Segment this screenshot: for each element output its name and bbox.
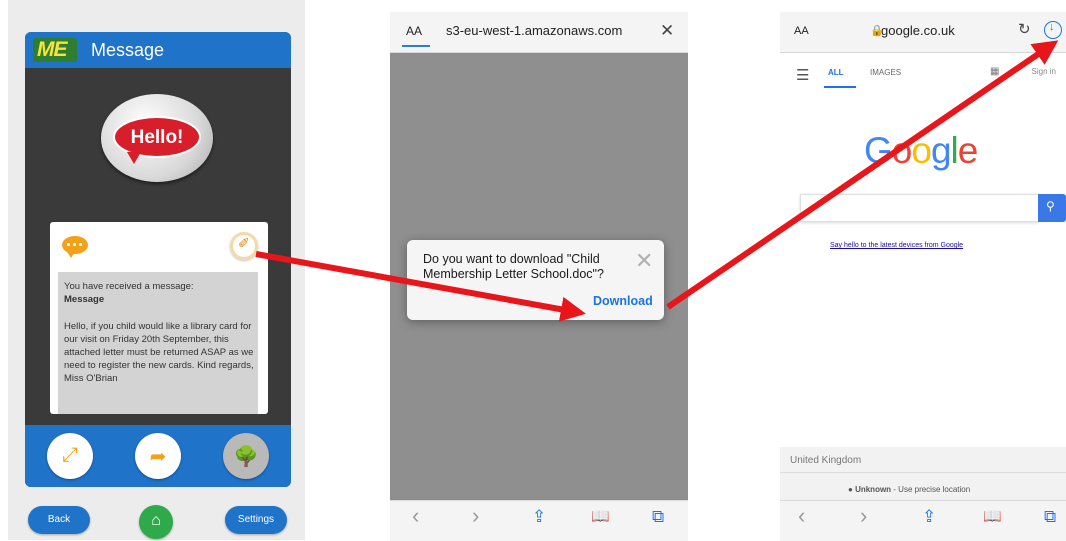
fullscreen-icon: ⤢ <box>62 444 78 466</box>
close-icon[interactable]: ✕ <box>660 21 674 41</box>
search-button[interactable]: ⚲ <box>1038 194 1066 222</box>
browser-toolbar: ‹ › ⇪ 📖 ⧉ <box>390 500 688 541</box>
share-icon: ➦ <box>149 446 167 468</box>
school-app-screen: ME Message Hello! ✐ You have received a … <box>8 0 305 540</box>
footer: United Kingdom ● Unknown - Use precise l… <box>780 447 1066 500</box>
tab-all[interactable]: ALL <box>828 68 844 77</box>
logo-letter-g2: g <box>930 130 952 171</box>
app-logo: ME <box>33 38 77 62</box>
app-toolbar: ⤢ ➦ 🌳 <box>25 425 291 487</box>
address-bar[interactable]: AA s3-eu-west-1.amazonaws.com ✕ <box>390 12 688 53</box>
sign-in-button[interactable]: Sign in <box>994 64 1056 80</box>
url-text[interactable]: s3-eu-west-1.amazonaws.com <box>446 23 622 38</box>
promo-link[interactable]: Say hello to the latest devices from Goo… <box>830 242 963 249</box>
logo-letter-o1: o <box>891 130 913 171</box>
address-bar[interactable]: AA 🔒 google.co.uk ↻ ↓ <box>780 12 1066 53</box>
logo-letter-g: G <box>864 130 893 171</box>
paperclip-icon[interactable]: ✐ <box>230 232 258 260</box>
tree-icon: 🌳 <box>233 446 259 468</box>
page-title: Message <box>91 40 165 60</box>
tabs-icon[interactable]: ⧉ <box>1044 507 1056 527</box>
search-icon: ⚲ <box>1046 199 1055 213</box>
sign-in-label: Sign in <box>1031 67 1056 76</box>
bookmarks-icon[interactable]: 📖 <box>591 507 610 525</box>
home-icon: ⌂ <box>151 512 161 529</box>
url-text[interactable]: google.co.uk <box>881 23 955 38</box>
bookmarks-icon[interactable]: 📖 <box>983 507 1002 525</box>
hamburger-menu-icon[interactable]: ☰ <box>796 66 809 84</box>
download-dialog: Do you want to download "Child Membershi… <box>407 240 664 320</box>
download-icon[interactable]: ↓ <box>1044 21 1062 39</box>
browser-toolbar: ‹ › ⇪ 📖 ⧉ <box>780 500 1066 541</box>
share-icon[interactable]: ⇪ <box>922 507 936 527</box>
text-size-button[interactable]: AA <box>406 24 422 38</box>
back-button[interactable]: Back <box>28 506 90 534</box>
tabs-icon[interactable]: ⧉ <box>652 507 664 527</box>
tab-all-indicator <box>824 86 856 88</box>
tree-button[interactable]: 🌳 <box>223 433 269 479</box>
logo-letter-l: l <box>950 130 959 171</box>
reload-icon[interactable]: ↻ <box>1018 20 1031 38</box>
message-body: You have received a message: Message Hel… <box>58 272 258 414</box>
message-subject: Message <box>64 294 105 305</box>
logo-text: ME <box>37 38 67 61</box>
text-size-button[interactable]: AA <box>794 25 809 37</box>
app-header: ME Message <box>25 32 291 68</box>
download-button[interactable]: Download <box>593 294 653 308</box>
chat-icon-tail <box>66 250 76 258</box>
use-precise-location-link[interactable]: - Use precise location <box>891 485 970 494</box>
dialog-message: Do you want to download "Child Membershi… <box>423 252 604 281</box>
location-status: ● Unknown - Use precise location <box>848 485 971 494</box>
message-text: Hello, if you child would like a library… <box>64 321 254 384</box>
logo-letter-e: e <box>957 130 979 171</box>
back-arrow-icon[interactable]: ‹ <box>798 503 805 529</box>
download-browser-screen: AA s3-eu-west-1.amazonaws.com ✕ Do you w… <box>390 12 688 541</box>
footer-divider <box>780 472 1066 473</box>
tab-images[interactable]: IMAGES <box>870 68 901 77</box>
app-frame: ME Message Hello! ✐ You have received a … <box>25 32 291 487</box>
search-input[interactable] <box>800 194 1039 222</box>
speech-bubble-tail <box>127 152 141 164</box>
message-heading: You have received a message: <box>64 281 194 292</box>
dialog-close-icon[interactable]: ✕ <box>635 248 653 274</box>
hello-badge: Hello! <box>101 94 213 182</box>
settings-button[interactable]: Settings <box>225 506 287 534</box>
hello-text: Hello! <box>130 127 184 148</box>
home-button[interactable]: ⌂ <box>139 505 173 539</box>
location-status-value: Unknown <box>855 485 892 494</box>
back-arrow-icon[interactable]: ‹ <box>412 503 419 529</box>
logo-letter-o2: o <box>911 130 932 171</box>
google-logo: Google <box>864 130 979 172</box>
country-label: United Kingdom <box>790 455 862 466</box>
message-card: ✐ You have received a message: Message H… <box>50 222 268 414</box>
google-browser-screen: AA 🔒 google.co.uk ↻ ↓ ☰ ALL IMAGES ▦ Sig… <box>780 12 1066 541</box>
share-icon[interactable]: ⇪ <box>532 507 546 527</box>
share-button[interactable]: ➦ <box>135 433 181 479</box>
forward-arrow-icon[interactable]: › <box>472 503 479 529</box>
forward-arrow-icon[interactable]: › <box>860 503 867 529</box>
progress-underline <box>402 45 430 47</box>
fullscreen-button[interactable]: ⤢ <box>47 433 93 479</box>
